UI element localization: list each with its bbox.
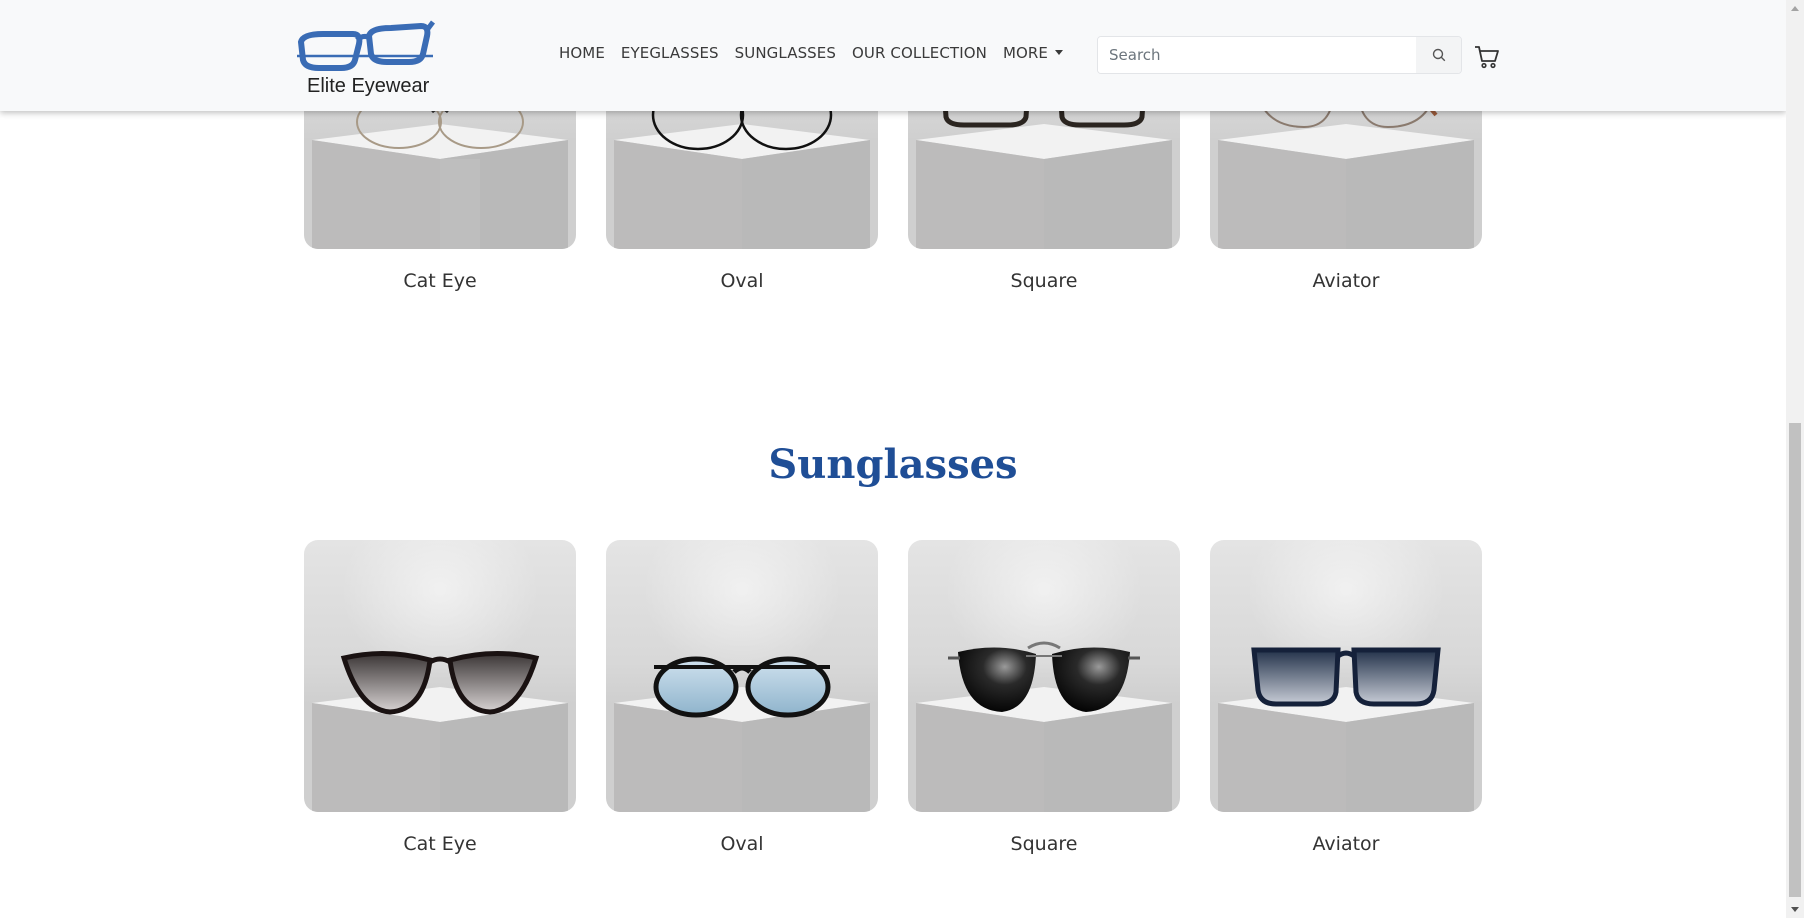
nav-item-more-dropdown[interactable]: MORE — [1002, 44, 1064, 62]
eyeglasses-cat-eye-label[interactable]: Cat Eye — [304, 270, 576, 292]
sunglasses-cat-eye-label[interactable]: Cat Eye — [304, 833, 576, 855]
nav-item-more-label: MORE — [1002, 44, 1049, 62]
sunglasses-card-cat-eye[interactable]: Cat Eye — [304, 540, 576, 855]
search-input[interactable] — [1098, 37, 1416, 73]
eyeglasses-aviator-label[interactable]: Aviator — [1210, 270, 1482, 292]
search-form — [1097, 36, 1462, 74]
sunglasses-card-oval[interactable]: Oval — [606, 540, 878, 855]
nav-item-home[interactable]: HOME — [559, 44, 605, 62]
scroll-down-arrow-icon[interactable] — [1791, 907, 1799, 912]
sunglasses-card-square[interactable]: Square — [908, 540, 1180, 855]
scroll-up-arrow-icon[interactable] — [1791, 6, 1799, 11]
caret-down-icon — [1055, 50, 1064, 55]
main-nav: HOME EYEGLASSES SUNGLASSES OUR COLLECTIO… — [559, 44, 1079, 62]
sunglasses-square-image[interactable] — [908, 540, 1180, 812]
nav-item-our-collection[interactable]: OUR COLLECTION — [852, 44, 987, 62]
nav-item-eyeglasses[interactable]: EYEGLASSES — [621, 44, 719, 62]
sunglasses-cat-eye-image[interactable] — [304, 540, 576, 812]
page-viewport: Cat Eye Oval Square Aviator Sunglasses C… — [0, 0, 1786, 918]
search-icon — [1432, 48, 1446, 62]
page-scrollbar[interactable] — [1786, 0, 1804, 918]
eyeglasses-oval-label[interactable]: Oval — [606, 270, 878, 292]
cart-button[interactable] — [1474, 44, 1500, 70]
sunglasses-oval-image[interactable] — [606, 540, 878, 812]
sunglasses-section-title: Sunglasses — [768, 441, 1018, 488]
sunglasses-card-aviator[interactable]: Aviator — [1210, 540, 1482, 855]
sunglasses-oval-label[interactable]: Oval — [606, 833, 878, 855]
sunglasses-aviator-image[interactable] — [1210, 540, 1482, 812]
sunglasses-aviator-label[interactable]: Aviator — [1210, 833, 1482, 855]
brand-logo-link[interactable]: Elite Eyewear — [291, 12, 441, 102]
sunglasses-square-label[interactable]: Square — [908, 833, 1180, 855]
scrollbar-thumb[interactable] — [1789, 423, 1801, 897]
brand-name: Elite Eyewear — [307, 75, 430, 97]
navbar: Elite Eyewear HOME EYEGLASSES SUNGLASSES… — [0, 0, 1786, 111]
nav-item-sunglasses[interactable]: SUNGLASSES — [735, 44, 836, 62]
cart-icon — [1475, 46, 1499, 69]
search-button[interactable] — [1416, 37, 1461, 73]
glasses-logo-icon — [297, 20, 435, 71]
eyeglasses-square-label[interactable]: Square — [908, 270, 1180, 292]
